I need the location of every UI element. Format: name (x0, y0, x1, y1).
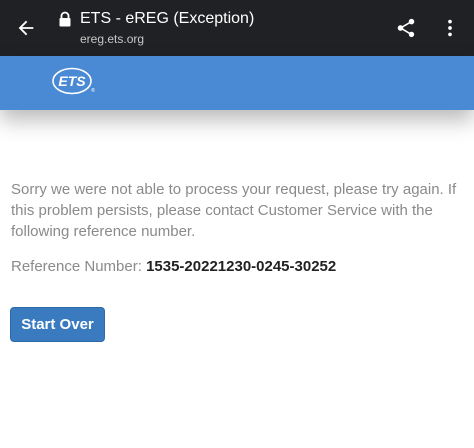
page-title: ETS - eREG (Exception) (80, 10, 255, 27)
browser-toolbar: ETS - eREG (Exception) ereg.ets.org (0, 0, 474, 56)
reference-label: Reference Number: (11, 258, 147, 275)
ets-logo[interactable]: ETS ® (52, 66, 96, 96)
site-header: ETS ® (0, 56, 474, 110)
arrow-back-icon (18, 20, 34, 36)
share-icon (397, 18, 415, 38)
page: ETS - eREG (Exception) ereg.ets.org ETS … (0, 0, 474, 448)
error-message: Sorry we were not able to process your r… (11, 181, 457, 240)
reference-number: 1535-20221230-0245-30252 (146, 258, 337, 275)
lock-icon (59, 11, 71, 27)
more-vert-icon (448, 19, 452, 37)
reference-number-row: Reference Number: 1535-20221230-0245-302… (11, 256, 336, 277)
share-button[interactable] (390, 12, 422, 44)
ets-logo-text: ETS (58, 73, 86, 89)
back-button[interactable] (10, 12, 42, 44)
ets-logo-mark: ® (91, 87, 95, 94)
more-menu-button[interactable] (434, 12, 466, 44)
start-over-button[interactable]: Start Over (10, 307, 105, 342)
page-url: ereg.ets.org (80, 32, 145, 46)
